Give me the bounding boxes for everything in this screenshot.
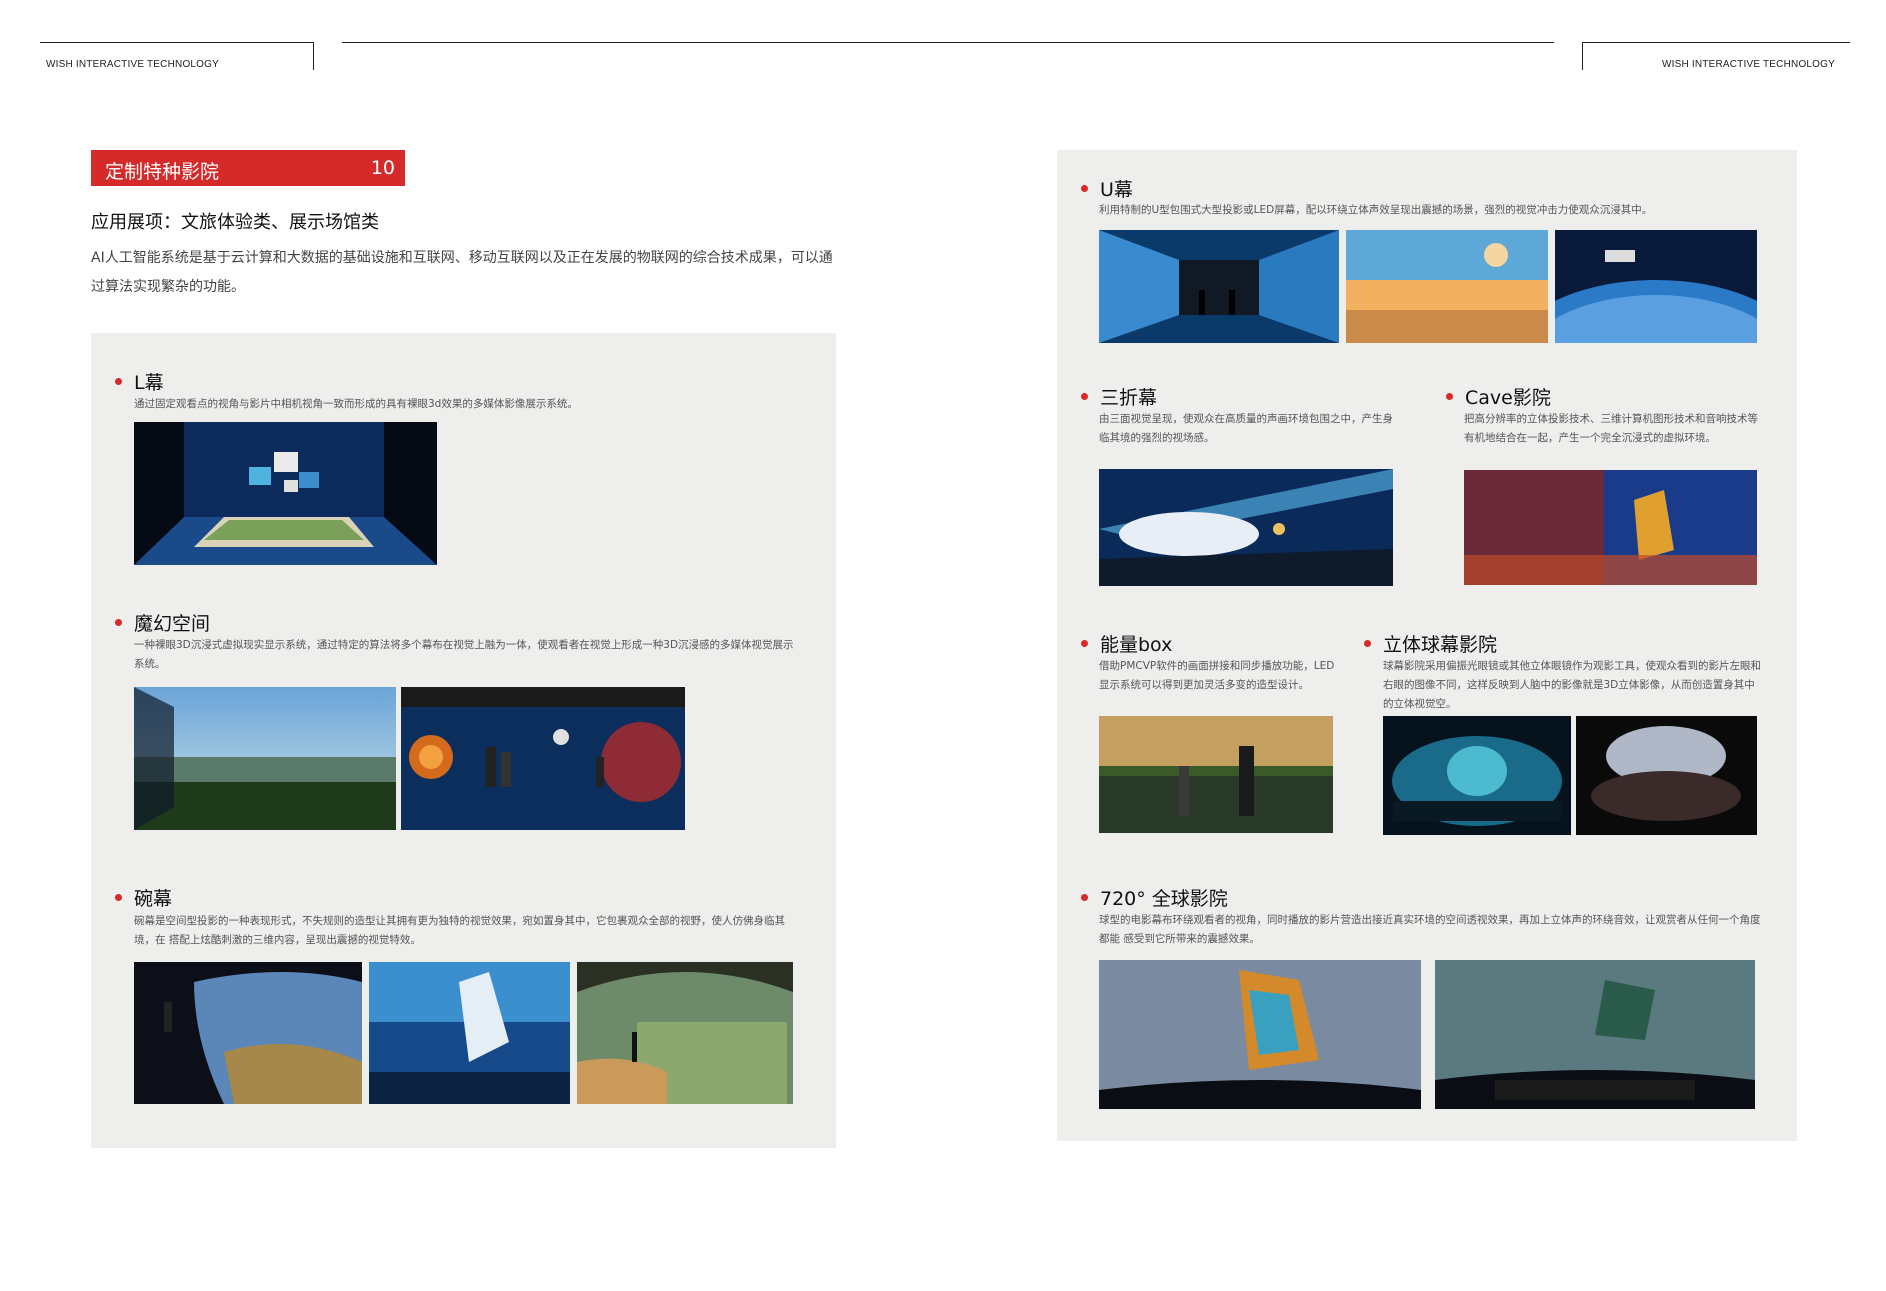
magic-space-image-2: [401, 687, 685, 830]
bullet-dot-icon: [1081, 393, 1088, 400]
stereo-dome-image-1: [1383, 716, 1571, 835]
header-rule-center: [342, 42, 1554, 43]
section-title-stereo-dome: 立体球幕影院: [1364, 630, 1497, 657]
magic-space-image-1: [134, 687, 396, 830]
bullet-dot-icon: [1446, 393, 1453, 400]
section-title-energy-box: 能量box: [1081, 630, 1172, 657]
category-tag-number: 10: [370, 157, 395, 179]
header-tick-left: [313, 42, 314, 70]
section-title-720-dome: 720° 全球影院: [1081, 884, 1228, 911]
bullet-dot-icon: [115, 894, 122, 901]
u-screen-image-1: [1099, 230, 1339, 343]
stereo-dome-image-2: [1576, 716, 1757, 835]
u-screen-image-3: [1555, 230, 1757, 343]
header-rule-right: [1582, 42, 1850, 43]
brand-left: WISH INTERACTIVE TECHNOLOGY: [46, 59, 220, 70]
section-title-u-screen: U幕: [1081, 175, 1133, 202]
section-title-tri-fold-screen: 三折幕: [1081, 383, 1157, 410]
bullet-dot-icon: [1081, 185, 1088, 192]
u-screen-image-2: [1346, 230, 1548, 343]
section-desc-magic-space: 一种裸眼3D沉浸式虚拟现实显示系统，通过特定的算法将多个幕布在视觉上融为一体，使…: [134, 639, 794, 670]
energy-box-image: [1099, 716, 1333, 833]
header-rule-left: [40, 42, 313, 43]
section-desc-720-dome: 球型的电影幕布环绕观看者的视角，同时播放的影片营造出接近真实环境的空间透视效果，…: [1099, 914, 1761, 945]
720-dome-image-1: [1099, 960, 1421, 1109]
bullet-dot-icon: [115, 619, 122, 626]
section-desc-energy-box: 借助PMCVP软件的画面拼接和同步播放功能，LED显示系统可以得到更加灵活多变的…: [1099, 660, 1335, 691]
intro-paragraph: AI人工智能系统是基于云计算和大数据的基础设施和互联网、移动互联网以及正在发展的…: [91, 250, 833, 295]
section-desc-cave-cinema: 把高分辨率的立体投影技术、三维计算机图形技术和音响技术等有机地结合在一起，产生一…: [1464, 413, 1758, 444]
bowl-screen-image-1: [134, 962, 362, 1104]
bullet-dot-icon: [1364, 640, 1371, 647]
section-title-magic-space: 魔幻空间: [115, 609, 210, 636]
section-desc-tri-fold-screen: 由三面视觉呈现，使观众在高质量的声画环境包围之中，产生身临其境的强烈的视场感。: [1099, 413, 1393, 444]
tri-fold-screen-image: [1099, 469, 1393, 586]
section-title-bowl-screen: 碗幕: [115, 884, 172, 911]
bowl-screen-image-3: [577, 962, 793, 1104]
brand-right: WISH INTERACTIVE TECHNOLOGY: [1662, 59, 1836, 70]
section-desc-bowl-screen: 碗幕是空间型投影的一种表现形式，不失规则的造型让其拥有更为独特的视觉效果，宛如置…: [134, 915, 785, 946]
cave-cinema-image: [1464, 470, 1757, 585]
section-title-cave-cinema: Cave影院: [1446, 383, 1551, 410]
bullet-dot-icon: [1081, 894, 1088, 901]
bullet-dot-icon: [115, 378, 122, 385]
category-tag-title: 定制特种影院: [105, 161, 220, 183]
section-desc-u-screen: 利用特制的U型包围式大型投影或LED屏幕，配以环绕立体声效呈现出震撼的场景，强烈…: [1099, 204, 1653, 216]
l-screen-image: [134, 422, 437, 565]
section-title-l-screen: L幕: [115, 368, 164, 395]
720-dome-image-2: [1435, 960, 1755, 1109]
section-desc-l-screen: 通过固定观看点的视角与影片中相机视角一致而形成的具有裸眼3d效果的多媒体影像展示…: [134, 398, 578, 410]
category-tag: 定制特种影院 10: [91, 150, 405, 186]
bullet-dot-icon: [1081, 640, 1088, 647]
section-desc-stereo-dome: 球幕影院采用偏振光眼镜或其他立体眼镜作为观影工具，使观众看到的影片左眼和右眼的图…: [1383, 660, 1761, 710]
header-tick-right: [1582, 42, 1583, 70]
bowl-screen-image-2: [369, 962, 570, 1104]
application-subtitle: 应用展项：文旅体验类、展示场馆类: [91, 212, 379, 233]
